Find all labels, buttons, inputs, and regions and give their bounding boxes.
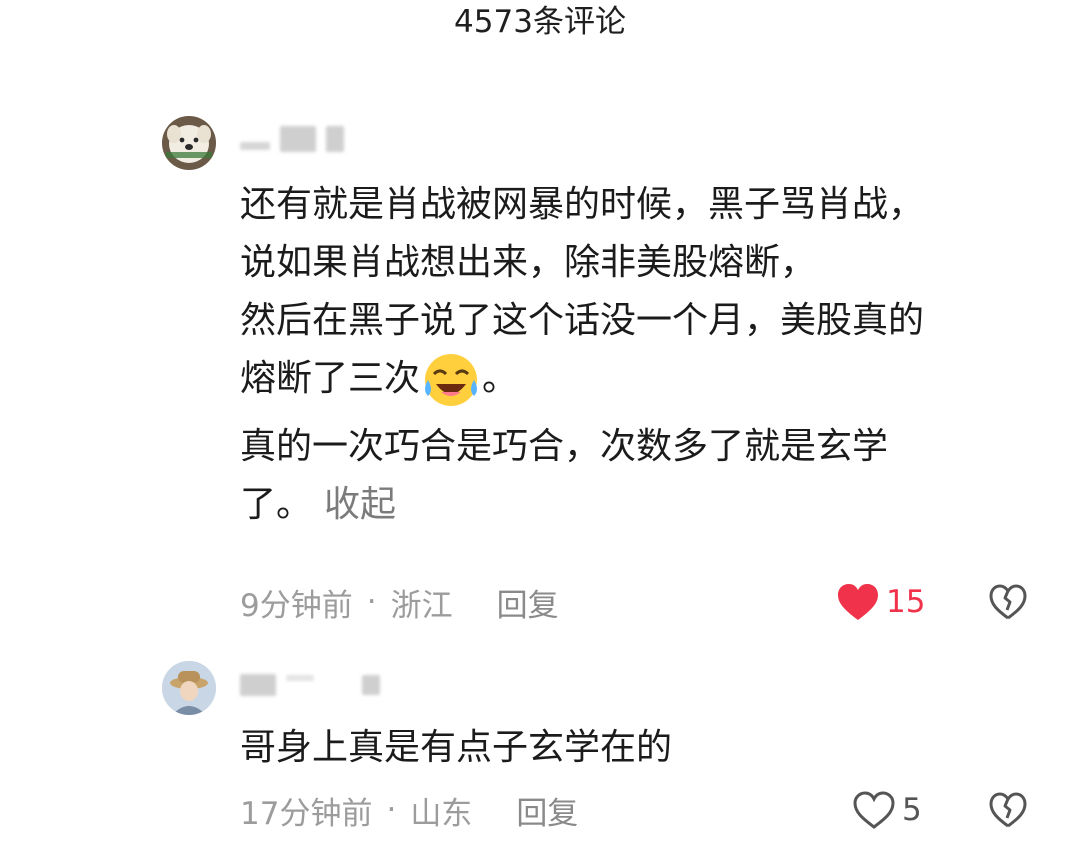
avatar[interactable]	[162, 661, 216, 715]
comment-line: 真的一次巧合是巧合，次数多了就是玄学	[240, 426, 889, 467]
comment-line: 熔断了三次	[240, 358, 421, 399]
comment-location: 山东	[410, 795, 473, 832]
person-avatar-icon	[162, 661, 216, 715]
dog-avatar-icon	[162, 116, 216, 170]
redaction-block	[280, 126, 316, 152]
heart-outline-icon	[853, 791, 895, 829]
redaction-block	[286, 675, 314, 681]
like-button[interactable]: 5	[852, 788, 922, 832]
laugh-cry-emoji-icon	[420, 350, 482, 408]
comment-line: 。	[482, 358, 519, 399]
comments-count-title: 4573条评论	[454, 4, 626, 40]
comment-text: 哥身上真是有点子玄学在的	[240, 719, 1040, 777]
comment-line-with-emoji: 熔断了三次 。	[240, 350, 1040, 408]
avatar[interactable]	[162, 116, 216, 170]
comment-meta: 9分钟前 · 浙江 回复	[240, 580, 559, 624]
broken-heart-icon	[989, 792, 1027, 828]
reply-button[interactable]: 回复	[497, 580, 559, 625]
comment-time: 9分钟前	[240, 587, 353, 624]
dislike-button[interactable]	[987, 788, 1029, 832]
comment-line: 说如果肖战想出来，除非美股熔断，	[240, 242, 817, 283]
meta-separator: ·	[366, 584, 377, 620]
username-redacted[interactable]	[240, 124, 344, 154]
heart-filled-icon	[838, 584, 878, 620]
broken-heart-icon	[989, 584, 1027, 620]
comment-line: 然后在黑子说了这个话没一个月，美股真的	[240, 300, 925, 341]
collapse-link[interactable]: 收起	[324, 484, 396, 525]
dislike-button[interactable]	[987, 580, 1029, 624]
redaction-block	[240, 674, 276, 696]
comment-time: 17分钟前	[240, 795, 373, 832]
like-count: 15	[886, 584, 926, 620]
redaction-block	[326, 126, 344, 152]
comment-location: 浙江	[390, 587, 453, 624]
like-button[interactable]: 15	[836, 580, 925, 624]
comment-meta: 17分钟前 · 山东 回复	[240, 788, 578, 832]
like-count: 5	[902, 792, 922, 828]
redaction-block	[362, 675, 380, 695]
redaction-block	[240, 142, 270, 150]
comment-line: 还有就是肖战被网暴的时候，黑子骂肖战，	[240, 184, 925, 225]
comment-text: 还有就是肖战被网暴的时候，黑子骂肖战， 说如果肖战想出来，除非美股熔断， 然后在…	[240, 176, 1040, 534]
meta-separator: ·	[386, 792, 397, 828]
comment-line-with-collapse: 了。 收起	[240, 476, 1040, 534]
reply-button[interactable]: 回复	[516, 788, 578, 833]
username-redacted[interactable]	[240, 670, 380, 700]
comment-line: 了。	[240, 484, 313, 525]
comment-line: 哥身上真是有点子玄学在的	[240, 727, 673, 768]
